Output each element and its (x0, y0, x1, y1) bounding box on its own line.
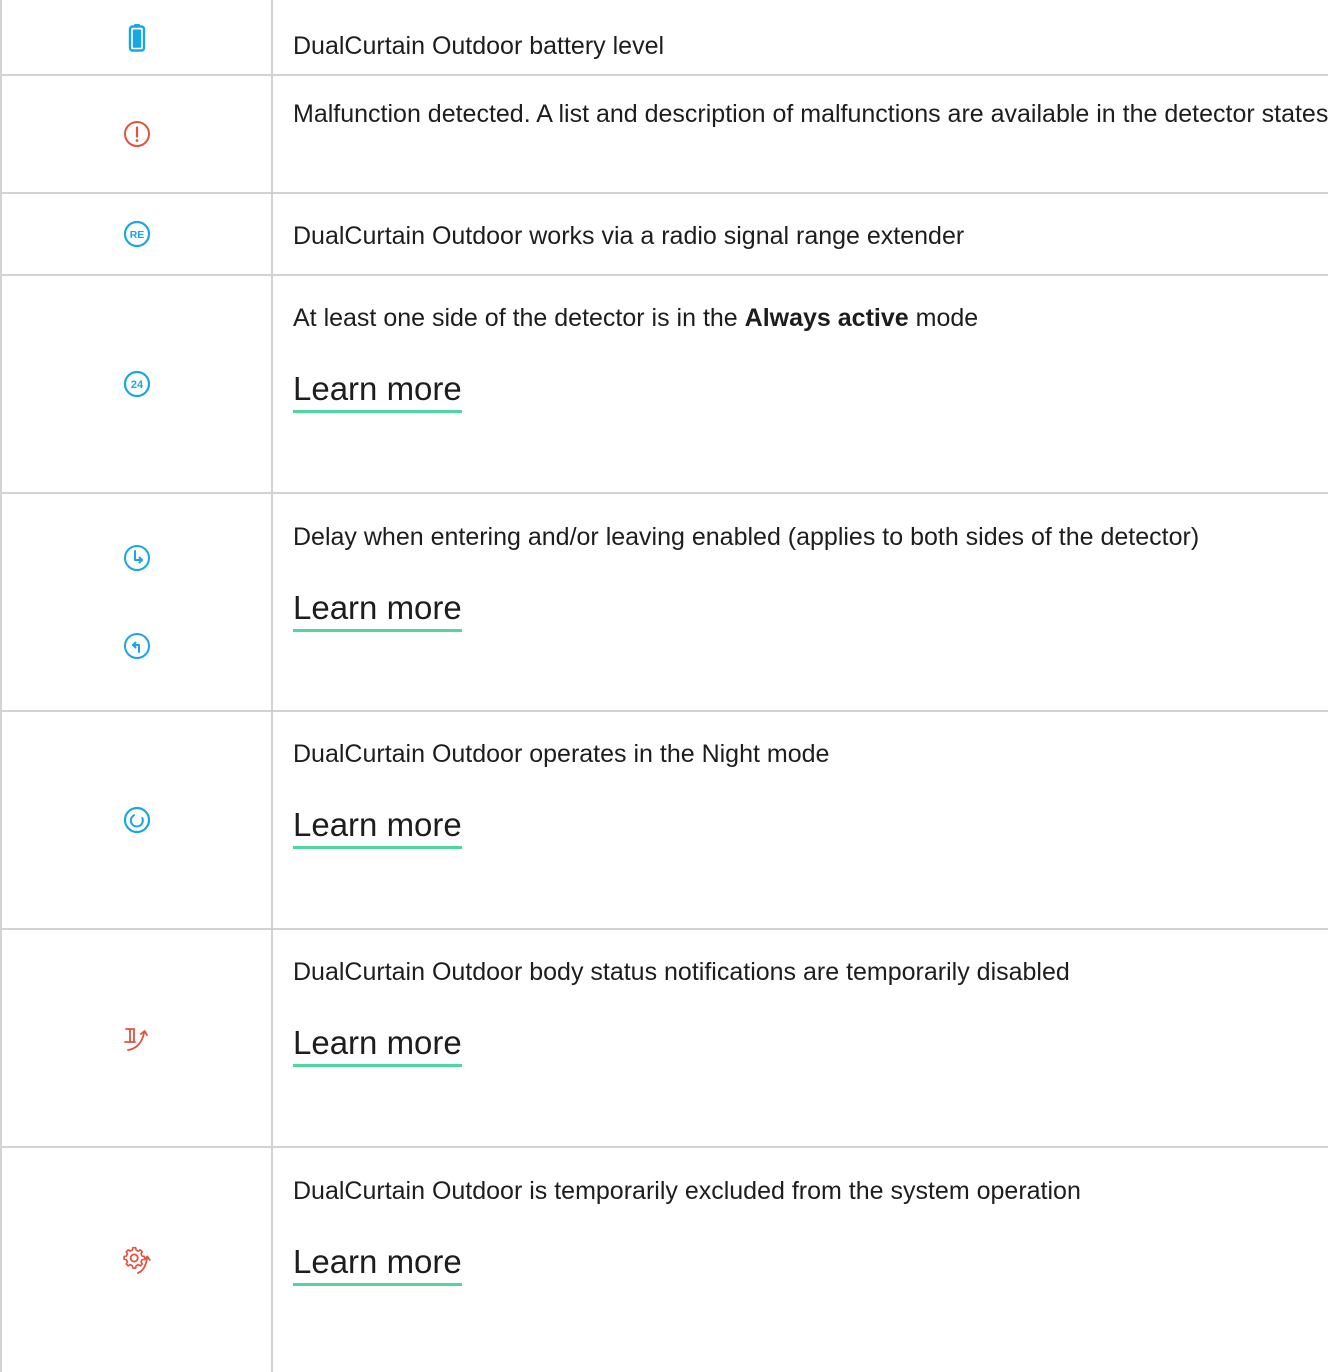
icon-cell: 24 (2, 276, 273, 492)
table-row: Malfunction detected. A list and descrip… (2, 76, 1328, 194)
learn-more-link[interactable]: Learn more (293, 1242, 462, 1286)
table-row: Delay when entering and/or leaving enabl… (2, 494, 1328, 712)
row-description: DualCurtain Outdoor body status notifica… (293, 958, 1070, 986)
description-cell: DualCurtain Outdoor is temporarily exclu… (273, 1148, 1328, 1372)
table-row: RE DualCurtain Outdoor works via a radio… (2, 194, 1328, 276)
description-text: mode (908, 304, 979, 332)
range-extender-icon-label: RE (129, 229, 144, 241)
learn-more-link[interactable]: Learn more (293, 1023, 462, 1067)
row-description: At least one side of the detector is in … (293, 297, 1328, 339)
table-row: DualCurtain Outdoor body status notifica… (2, 930, 1328, 1148)
description-cell: DualCurtain Outdoor body status notifica… (273, 930, 1328, 1146)
icon-cell (2, 0, 273, 74)
exit-delay-icon (123, 633, 150, 659)
row-description: DualCurtain Outdoor operates in the Nigh… (293, 740, 830, 768)
learn-more-link[interactable]: Learn more (293, 805, 462, 849)
description-cell: DualCurtain Outdoor works via a radio si… (273, 194, 1328, 274)
table-row: DualCurtain Outdoor battery level (2, 0, 1328, 76)
icon-cell (2, 494, 273, 710)
description-text: At least one side of the detector is in … (293, 304, 745, 332)
description-bold-text: Always active (744, 304, 909, 332)
row-description: DualCurtain Outdoor works via a radio si… (293, 222, 965, 250)
icon-cell (2, 1148, 273, 1372)
description-cell: Malfunction detected. A list and descrip… (273, 76, 1328, 192)
learn-more-link[interactable]: Learn more (293, 588, 462, 632)
learn-more-link[interactable]: Learn more (293, 369, 462, 413)
malfunction-icon (123, 121, 150, 147)
row-description: Delay when entering and/or leaving enabl… (293, 523, 1200, 551)
description-cell: At least one side of the detector is in … (273, 276, 1328, 492)
night-mode-icon (123, 806, 150, 834)
description-cell: DualCurtain Outdoor operates in the Nigh… (273, 712, 1328, 928)
always-active-icon-label: 24 (130, 379, 143, 391)
table-row: 24 At least one side of the detector is … (2, 276, 1328, 494)
description-cell: DualCurtain Outdoor battery level (273, 0, 1328, 74)
battery-icon (128, 23, 145, 52)
table-row: DualCurtain Outdoor operates in the Nigh… (2, 712, 1328, 930)
icon-cell (2, 76, 273, 192)
row-description: DualCurtain Outdoor is temporarily exclu… (293, 1177, 1081, 1205)
body-notifications-disabled-icon (123, 1028, 148, 1051)
row-description: Malfunction detected. A list and descrip… (293, 100, 1328, 128)
always-active-icon: 24 (123, 370, 150, 398)
description-cell: Delay when entering and/or leaving enabl… (273, 494, 1328, 710)
entry-delay-icon (123, 545, 150, 571)
range-extender-icon: RE (123, 220, 150, 248)
temporarily-excluded-icon (122, 1246, 151, 1274)
icon-cell (2, 712, 273, 928)
icons-table: DualCurtain Outdoor battery level Malfun… (0, 0, 1328, 1372)
icon-cell: RE (2, 194, 273, 274)
icon-cell (2, 930, 273, 1146)
table-row: DualCurtain Outdoor is temporarily exclu… (2, 1148, 1328, 1372)
row-description: DualCurtain Outdoor battery level (293, 32, 665, 60)
